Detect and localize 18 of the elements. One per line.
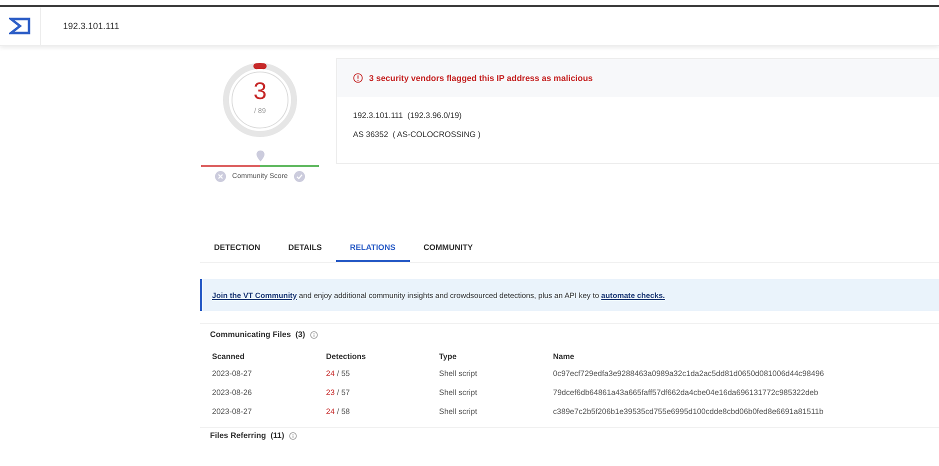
section-title: Files Referring (11) bbox=[210, 431, 284, 440]
location-pin-icon bbox=[256, 150, 264, 162]
info-icon bbox=[310, 330, 318, 338]
upvote-icon[interactable] bbox=[294, 171, 305, 182]
sigma-logo-icon[interactable] bbox=[9, 17, 31, 35]
info-icon bbox=[289, 432, 298, 440]
downvote-icon[interactable] bbox=[215, 171, 226, 182]
detection-count: 3 bbox=[252, 80, 268, 104]
tab[interactable]: DETAILS bbox=[274, 234, 336, 262]
tab[interactable]: DETECTION bbox=[200, 234, 274, 262]
tab[interactable]: COMMUNITY bbox=[410, 234, 487, 262]
alert-message: 3 security vendors flagged this IP address as malicious bbox=[369, 73, 593, 83]
alert-icon bbox=[353, 73, 363, 83]
search-field[interactable]: 192.3.101.111 bbox=[63, 21, 363, 31]
section-title: Communicating Files (3) bbox=[210, 330, 306, 339]
tab[interactable]: RELATIONS bbox=[336, 234, 410, 262]
network-info: AS 36352 ( AS-COLOCROSSING ) bbox=[353, 130, 482, 139]
network-info: 192.3.101.111 (192.3.96.0/19) bbox=[353, 111, 463, 120]
